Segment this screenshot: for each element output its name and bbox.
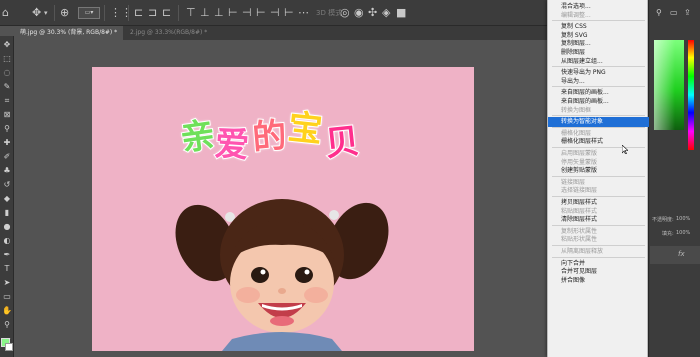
separator: [104, 5, 105, 21]
eyedropper-tool-icon[interactable]: ⚲: [2, 124, 12, 133]
menu-separator: [552, 196, 645, 197]
menu-item[interactable]: 从图层建立组...: [548, 57, 649, 67]
healing-brush-tool-icon[interactable]: ✚: [2, 138, 12, 147]
menu-item: 编辑调整...: [561, 11, 591, 19]
history-brush-tool-icon[interactable]: ↺: [2, 180, 12, 189]
scale-3d-icon[interactable]: ■: [396, 6, 406, 20]
pen-tool-icon[interactable]: ✒: [2, 250, 12, 259]
menu-separator: [552, 115, 645, 117]
title-char: 爱: [213, 123, 252, 167]
document-canvas[interactable]: 亲 爱 的 宝 贝: [92, 67, 474, 351]
quick-select-tool-icon[interactable]: ✎: [2, 82, 12, 91]
auto-select-target-select[interactable]: ▭▾: [78, 7, 100, 19]
hue-slider[interactable]: [688, 40, 694, 150]
tools-panel: ✥ ⬚ ◌ ✎ ⌗ ⊠ ⚲ ✚ ✐ ♣ ↺ ◆ ▮ ● ◐ ✒ T ➤ ▭ ✋ …: [0, 36, 14, 357]
tab-document-1[interactable]: 萌.jpg @ 30.3% (背景, RGB/8#) *: [14, 26, 124, 40]
path-selection-tool-icon[interactable]: ➤: [2, 278, 12, 287]
roll-3d-icon[interactable]: ◉: [354, 6, 364, 20]
color-picker-overlay: [654, 40, 684, 130]
title-char: 宝: [285, 106, 325, 151]
distribute-horizontal-icon[interactable]: ⊣: [270, 6, 280, 20]
menu-separator: [552, 20, 645, 22]
menu-separator: [552, 86, 645, 88]
dodge-tool-icon[interactable]: ◐: [2, 236, 12, 245]
title-char: 亲: [177, 114, 218, 160]
drag-3d-icon[interactable]: ✣: [368, 6, 377, 20]
menu-item: 转换为图框: [561, 106, 592, 114]
tool-preset-dropdown-icon[interactable]: ▾: [44, 6, 48, 20]
move-tool-icon[interactable]: ✥: [2, 40, 12, 49]
menu-separator: [552, 126, 645, 128]
menu-separator: [552, 175, 645, 177]
align-middle-icon[interactable]: ⊥: [200, 6, 210, 20]
menu-separator: [552, 245, 645, 246]
slide-3d-icon[interactable]: ◈: [382, 6, 390, 20]
separator: [128, 5, 129, 21]
align-top-icon[interactable]: ⊤: [186, 6, 196, 20]
menu-item[interactable]: 拼合图像: [548, 276, 649, 286]
distribute-middle-icon[interactable]: ⊣: [242, 6, 252, 20]
layer-context-menu: 混合选项... 编辑调整... 复制 CSS 复制 SVG 复制图层... 删除图层 从图层…: [547, 0, 649, 357]
type-tool-icon[interactable]: T: [2, 264, 12, 273]
background-color-swatch[interactable]: [5, 343, 13, 351]
canvas-title-text: 亲 爱 的 宝 贝: [177, 106, 362, 167]
distribute-horizontal-center-icon[interactable]: ⊢: [284, 6, 294, 20]
tab-label: 2.jpg @ 33.3%(RGB/8#) *: [130, 29, 208, 36]
menu-separator: [552, 66, 645, 68]
auto-select-icon[interactable]: ⊕: [60, 6, 69, 20]
home-icon[interactable]: ⌂: [2, 6, 9, 20]
distribute-bottom-icon[interactable]: ⊢: [256, 6, 266, 20]
lasso-tool-icon[interactable]: ◌: [2, 68, 12, 77]
menu-separator: [552, 256, 645, 258]
title-char: 贝: [322, 120, 362, 165]
layer-effects-icon[interactable]: fx: [678, 250, 685, 258]
photoshop-window: ⌂ ✥ ▾ ⊕ ▭▾ ⋮⋮ ⊏ ⊐ ⊏ ⊤ ⊥ ⊥ ⊢ ⊣ ⊢ ⊣ ⊢ ⋯ 3D…: [0, 0, 700, 357]
mouse-cursor-icon: [622, 145, 628, 154]
fill-value[interactable]: 100%: [676, 230, 690, 236]
opacity-label: 不透明度:: [652, 217, 674, 223]
frame-tool-icon[interactable]: ⊠: [2, 110, 12, 119]
separator: [178, 5, 179, 21]
eraser-tool-icon[interactable]: ◆: [2, 194, 12, 203]
menu-item: 选择链接图层: [561, 187, 598, 195]
menu-item[interactable]: 清除图层样式: [548, 215, 649, 225]
share-icon[interactable]: ⇪: [684, 8, 691, 17]
workspace-icon[interactable]: ▭: [670, 8, 678, 17]
blur-tool-icon[interactable]: ●: [2, 222, 12, 231]
zoom-tool-icon[interactable]: ⚲: [2, 320, 12, 329]
layer-row[interactable]: [650, 246, 700, 264]
menu-item: 粘贴形状属性: [561, 236, 598, 244]
align-center-icon[interactable]: ⊐: [148, 6, 157, 20]
rectangle-tool-icon[interactable]: ▭: [2, 292, 12, 301]
tab-label: 萌.jpg @ 30.3% (背景, RGB/8#) *: [20, 29, 118, 36]
menu-item[interactable]: 创建剪贴蒙版: [548, 166, 649, 176]
separator: [54, 5, 55, 21]
brush-tool-icon[interactable]: ✐: [2, 152, 12, 161]
tab-document-2[interactable]: 2.jpg @ 33.3%(RGB/8#) *: [124, 26, 213, 40]
menu-item: 从隔离图层释放: [561, 248, 604, 255]
align-bottom-icon[interactable]: ⊥: [214, 6, 224, 20]
move-tool-icon[interactable]: ✥: [32, 6, 41, 20]
menu-separator: [552, 224, 645, 226]
hand-tool-icon[interactable]: ✋: [2, 306, 12, 315]
search-icon[interactable]: ⚲: [656, 8, 662, 17]
orbit-3d-icon[interactable]: ◎: [340, 6, 350, 20]
align-left-icon[interactable]: ⊏: [134, 6, 143, 20]
gradient-tool-icon[interactable]: ▮: [2, 208, 12, 217]
baby-photo: [175, 199, 389, 351]
crop-tool-icon[interactable]: ⌗: [2, 96, 12, 105]
opacity-value[interactable]: 100%: [676, 216, 690, 222]
clone-stamp-tool-icon[interactable]: ♣: [2, 166, 12, 175]
distribute-top-icon[interactable]: ⊢: [228, 6, 238, 20]
menu-item[interactable]: 转换为智能对象: [548, 117, 649, 128]
menu-item[interactable]: 导出为...: [548, 77, 649, 87]
align-right-icon[interactable]: ⊏: [162, 6, 171, 20]
menu-separator: [552, 147, 645, 148]
title-char: 的: [250, 115, 289, 160]
menu-item[interactable]: 栅格化图层样式: [548, 137, 649, 147]
marquee-tool-icon[interactable]: ⬚: [2, 54, 12, 63]
fill-label: 填充:: [662, 231, 674, 237]
more-options-icon[interactable]: ⋯: [298, 6, 309, 20]
